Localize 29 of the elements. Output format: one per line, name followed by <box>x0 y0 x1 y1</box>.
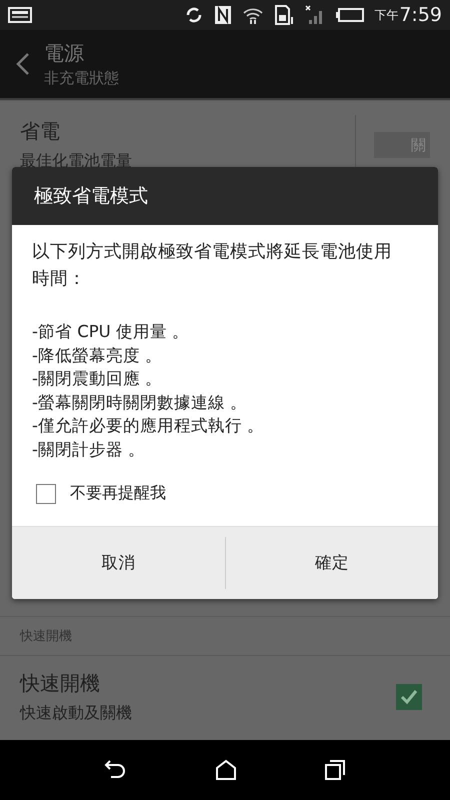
dialog-list-item: -關閉震動回應 。 <box>32 368 164 390</box>
nfc-icon <box>214 5 232 25</box>
home-icon <box>214 759 237 781</box>
back-icon <box>16 52 30 76</box>
checkbox-label: 不要再提醒我 <box>70 483 166 504</box>
dialog-list-item: -螢幕關閉時關閉數據連線 。 <box>32 392 248 414</box>
dialog-list-item: -僅允許必要的應用程式執行 。 <box>32 415 266 437</box>
dialog-message: 以下列方式開啟極致省電模式將延長電池使用時間： <box>32 241 392 291</box>
time-period: 下午 <box>374 6 398 24</box>
screen-subtitle: 非充電狀態 <box>44 69 119 88</box>
dialog-list-item: -關閉計步器 。 <box>32 438 146 460</box>
dialog-list-item: -節省 CPU 使用量 。 <box>32 321 190 343</box>
setting-title: 快速開機 <box>20 670 101 697</box>
check-icon <box>400 689 418 705</box>
picture-icon <box>8 6 32 24</box>
clock-time: 7:59 <box>399 4 442 26</box>
screen-title: 電源 <box>44 40 85 67</box>
dialog-list-item: -降低螢幕亮度 。 <box>32 344 164 366</box>
battery-icon <box>336 7 364 23</box>
checkbox[interactable] <box>36 484 56 504</box>
dialog-title: 極致省電模式 <box>12 167 438 225</box>
setting-title: 省電 <box>20 118 61 145</box>
recent-apps-icon <box>324 759 346 781</box>
sim-card-icon <box>274 5 294 25</box>
cancel-button[interactable]: 取消 <box>12 537 224 589</box>
setting-summary: 快速啟動及關機 <box>20 703 133 724</box>
back-icon <box>104 759 128 781</box>
confirm-button[interactable]: 確定 <box>224 537 438 589</box>
checkbox[interactable] <box>396 684 422 710</box>
